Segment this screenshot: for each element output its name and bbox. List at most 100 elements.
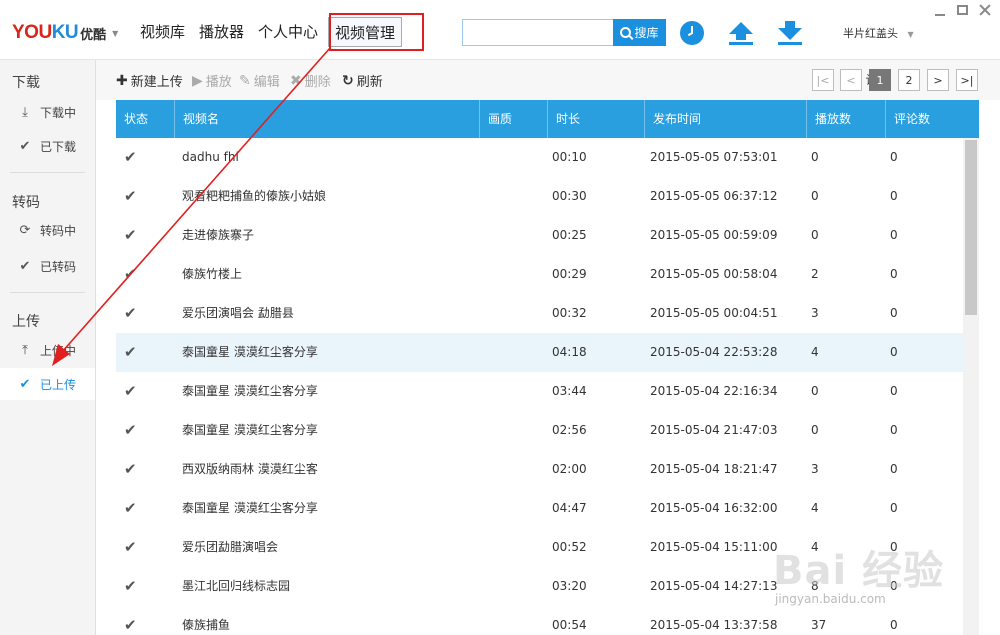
- cell-plays: 0: [811, 228, 819, 242]
- col-plays[interactable]: 播放数: [806, 100, 885, 138]
- cell-publish-time: 2015-05-04 22:53:28: [650, 345, 778, 359]
- delete-x-icon: ✖: [290, 72, 302, 89]
- youku-logo[interactable]: YOU KU 优酷 ▼: [12, 22, 118, 44]
- sidebar-group-download: 下载: [12, 75, 40, 91]
- cell-publish-time: 2015-05-04 16:32:00: [650, 501, 778, 515]
- table-row[interactable]: ✔ dadhu fhl 00:10 2015-05-05 07:53:01 0 0: [116, 138, 963, 177]
- table-row[interactable]: ✔ 爱乐团演唱会 勐腊县 00:32 2015-05-05 00:04:51 3 0: [116, 294, 963, 333]
- edit-label: 编辑: [253, 75, 280, 90]
- maximize-icon[interactable]: [957, 5, 968, 15]
- cell-video-name: 傣族捕鱼: [182, 618, 231, 632]
- logo-text-part2: KU: [51, 22, 79, 43]
- check-icon: ✔: [19, 138, 31, 154]
- play-button[interactable]: ▶ 播放: [192, 71, 232, 91]
- baidu-jingyan-watermark: Bai 经验 jingyan.baidu.com: [765, 520, 955, 620]
- refresh-button[interactable]: ↻ 刷新: [342, 71, 383, 91]
- table-row[interactable]: ✔ 泰国童星 漠漠红尘客分享 02:56 2015-05-04 21:47:03 0 0: [116, 411, 963, 450]
- top-bar: YOU KU 优酷 ▼ 视频库 播放器 个人中心 视频管理 搜库 半片红盖头 ▼: [0, 0, 1000, 60]
- chevron-down-icon[interactable]: ▼: [112, 29, 118, 38]
- cell-plays: 2: [811, 267, 819, 281]
- pager-page-2[interactable]: 2: [898, 69, 920, 91]
- upload-icon[interactable]: [728, 20, 754, 46]
- table-row[interactable]: ✔ 走进傣族寨子 00:25 2015-05-05 00:59:09 0 0: [116, 216, 963, 255]
- cell-duration: 00:32: [552, 306, 587, 320]
- minimize-icon[interactable]: [934, 4, 946, 18]
- search-input[interactable]: [462, 19, 613, 46]
- table-row[interactable]: ✔ 傣族竹楼上 00:29 2015-05-05 00:58:04 2 0: [116, 255, 963, 294]
- sidebar-item-transcoded[interactable]: ✔ 已转码: [0, 250, 95, 282]
- cell-plays: 0: [811, 423, 819, 437]
- table-row[interactable]: ✔ 泰国童星 漠漠红尘客分享 03:44 2015-05-04 22:16:34 0 0: [116, 372, 963, 411]
- cell-plays: 0: [811, 150, 819, 164]
- cell-duration: 02:00: [552, 462, 587, 476]
- cell-comments: 0: [890, 423, 898, 437]
- check-icon: ✔: [19, 258, 31, 274]
- sidebar-item-downloading[interactable]: ⤓ 下载中: [0, 96, 95, 128]
- sidebar-item-uploading[interactable]: ⤒ 上传中: [0, 334, 95, 366]
- table-row[interactable]: ✔ 西双版纳雨林 漠漠红尘客 02:00 2015-05-04 18:21:47 3 0: [116, 450, 963, 489]
- status-check-icon: ✔: [124, 577, 137, 595]
- plus-icon: ✚: [116, 72, 128, 89]
- nav-player[interactable]: 播放器: [199, 17, 244, 47]
- col-status[interactable]: 状态: [116, 100, 174, 138]
- pager-page-1[interactable]: 1: [869, 69, 891, 91]
- status-check-icon: ✔: [124, 460, 137, 478]
- delete-button[interactable]: ✖ 删除: [290, 71, 331, 91]
- user-menu[interactable]: 半片红盖头 ▼: [843, 25, 914, 41]
- cell-comments: 0: [890, 267, 898, 281]
- nav-video-library[interactable]: 视频库: [140, 17, 185, 47]
- col-quality[interactable]: 画质: [479, 100, 547, 138]
- sidebar-divider: [10, 292, 85, 293]
- scrollbar-thumb[interactable]: [965, 140, 977, 315]
- cell-publish-time: 2015-05-04 14:27:13: [650, 579, 778, 593]
- new-upload-button[interactable]: ✚ 新建上传: [116, 71, 183, 91]
- cell-publish-time: 2015-05-05 00:58:04: [650, 267, 778, 281]
- cell-video-name: 泰国童星 漠漠红尘客分享: [182, 345, 318, 359]
- download-icon[interactable]: [777, 20, 803, 46]
- sidebar-item-label: 上传中: [40, 343, 77, 358]
- pager-next-button[interactable]: >: [927, 69, 949, 91]
- status-check-icon: ✔: [124, 382, 137, 400]
- edit-button[interactable]: ✎ 编辑: [239, 71, 280, 91]
- cell-duration: 03:44: [552, 384, 587, 398]
- table-row[interactable]: ✔ 泰国童星 漠漠红尘客分享 04:18 2015-05-04 22:53:28 4 0: [116, 333, 963, 372]
- history-clock-icon[interactable]: [680, 21, 704, 45]
- cell-publish-time: 2015-05-05 06:37:12: [650, 189, 778, 203]
- cell-plays: 0: [811, 189, 819, 203]
- cell-publish-time: 2015-05-04 18:21:47: [650, 462, 778, 476]
- sidebar-item-uploaded[interactable]: ✔ 已上传: [0, 368, 95, 400]
- pager-last-button[interactable]: >|: [956, 69, 978, 91]
- search-icon: [620, 27, 632, 38]
- cell-plays: 3: [811, 462, 819, 476]
- sidebar-item-downloaded[interactable]: ✔ 已下载: [0, 130, 95, 162]
- nav-personal-center[interactable]: 个人中心: [258, 17, 318, 47]
- col-video-name[interactable]: 视频名: [174, 100, 479, 138]
- cell-publish-time: 2015-05-04 22:16:34: [650, 384, 778, 398]
- new-upload-label: 新建上传: [130, 75, 183, 90]
- cell-duration: 00:30: [552, 189, 587, 203]
- vertical-scrollbar[interactable]: [963, 138, 979, 635]
- cell-comments: 0: [890, 462, 898, 476]
- sidebar-item-label: 已上传: [40, 377, 77, 392]
- cell-duration: 02:56: [552, 423, 587, 437]
- sidebar-group-upload: 上传: [12, 314, 40, 330]
- search-button-label: 搜库: [634, 26, 659, 40]
- cell-video-name: dadhu fhl: [182, 150, 239, 164]
- table-row[interactable]: ✔ 观看粑粑捕鱼的傣族小姑娘 00:30 2015-05-05 06:37:12 0 0: [116, 177, 963, 216]
- status-check-icon: ✔: [124, 538, 137, 556]
- sidebar-item-transcoding[interactable]: ⟳ 转码中: [0, 214, 95, 246]
- table-header: 状态 视频名 画质 时长 发布时间 播放数 评论数: [116, 100, 979, 138]
- pager-first-button[interactable]: |<: [812, 69, 834, 91]
- cell-publish-time: 2015-05-04 13:37:58: [650, 618, 778, 632]
- col-comments[interactable]: 评论数: [885, 100, 979, 138]
- cell-plays: 3: [811, 306, 819, 320]
- download-arrow-icon: ⤓: [22, 104, 28, 120]
- search-button[interactable]: 搜库: [613, 19, 666, 46]
- cell-duration: 00:29: [552, 267, 587, 281]
- col-duration[interactable]: 时长: [547, 100, 644, 138]
- status-check-icon: ✔: [124, 499, 137, 517]
- pager-prev-button[interactable]: <: [840, 69, 862, 91]
- col-publish-time[interactable]: 发布时间: [644, 100, 806, 138]
- cell-publish-time: 2015-05-05 00:04:51: [650, 306, 778, 320]
- close-icon[interactable]: [978, 3, 992, 17]
